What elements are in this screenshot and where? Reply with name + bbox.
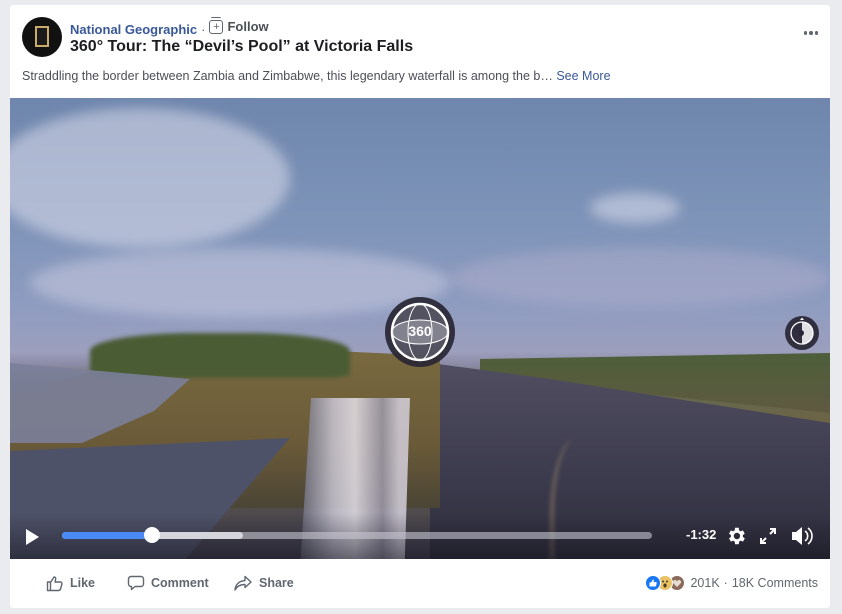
post-meta: National Geographic · Follow xyxy=(70,17,269,38)
like-label: Like xyxy=(70,576,96,590)
compass-icon xyxy=(790,317,814,345)
scene-cloud xyxy=(10,108,290,248)
follow-label: Follow xyxy=(227,19,269,34)
reactions-summary[interactable]: 201K · 18K Comments xyxy=(645,575,818,591)
thumbs-up-icon xyxy=(46,576,63,592)
stats-separator: · xyxy=(723,576,728,590)
360-globe-button[interactable]: 360 xyxy=(385,297,455,367)
more-dot xyxy=(814,31,818,35)
post-header: National Geographic · Follow 360° Tour: Th… xyxy=(10,5,830,98)
volume-icon[interactable] xyxy=(790,525,814,552)
progress-scrubber[interactable] xyxy=(62,527,652,543)
like-reaction-icon xyxy=(645,575,662,591)
separator: · xyxy=(201,22,206,37)
post-actions-bar: Like Comment Share 201K · 18K Comments xyxy=(10,559,830,608)
settings-gear-icon[interactable] xyxy=(725,525,747,552)
comment-button[interactable]: Comment xyxy=(127,574,209,592)
description-text: Straddling the border between Zambia and… xyxy=(22,69,553,83)
play-icon[interactable] xyxy=(26,529,39,545)
page-name-link[interactable]: National Geographic xyxy=(70,22,197,37)
played-bar xyxy=(62,532,153,539)
share-label: Share xyxy=(259,576,294,590)
post-card: National Geographic · Follow 360° Tour: Th… xyxy=(10,5,830,608)
share-arrow-icon xyxy=(234,575,252,591)
page-avatar[interactable] xyxy=(22,17,62,57)
reaction-count: 201K xyxy=(690,576,720,590)
video-controls: -1:32 xyxy=(10,513,830,559)
scrubber-handle[interactable] xyxy=(144,527,161,543)
compass-button[interactable] xyxy=(785,316,819,350)
nat-geo-logo-icon xyxy=(35,26,49,47)
follow-icon xyxy=(209,17,224,35)
post-description: Straddling the border between Zambia and… xyxy=(22,69,611,83)
360-label: 360 xyxy=(408,323,432,339)
fullscreen-icon[interactable] xyxy=(759,527,777,550)
scene-trees xyxy=(90,333,350,378)
comment-bubble-icon xyxy=(127,575,145,591)
follow-button[interactable]: Follow xyxy=(209,17,269,35)
comment-count-link[interactable]: 18K Comments xyxy=(732,576,818,590)
video-player[interactable]: 360 -1:32 xyxy=(10,98,830,559)
post-title: 360° Tour: The “Devil’s Pool” at Victori… xyxy=(70,38,414,55)
share-button[interactable]: Share xyxy=(233,574,294,592)
scene-cloud xyxy=(450,248,830,308)
more-options-button[interactable] xyxy=(803,31,818,35)
comment-label: Comment xyxy=(151,576,209,590)
see-more-link[interactable]: See More xyxy=(556,69,610,83)
more-dot xyxy=(809,31,813,35)
more-horizontal-icon xyxy=(803,31,807,35)
scene-cloud xyxy=(590,193,680,223)
like-button[interactable]: Like xyxy=(46,574,95,592)
time-remaining: -1:32 xyxy=(686,527,717,542)
